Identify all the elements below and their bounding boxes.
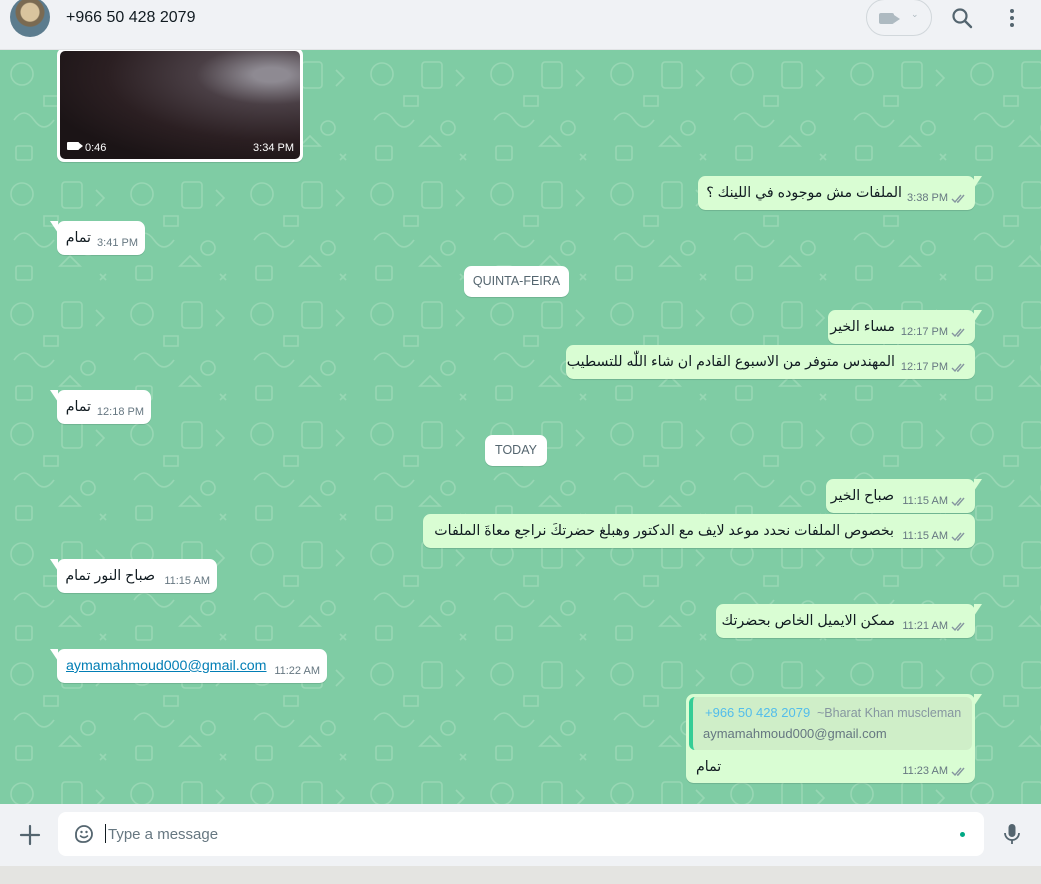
message-text: الملفات مش موجوده في اللينك ؟ (706, 185, 902, 201)
menu-dots-icon[interactable] (1000, 6, 1024, 30)
text-cursor (105, 824, 106, 843)
video-message[interactable]: 0:46 3:34 PM (57, 50, 303, 162)
message-bubble-incoming[interactable]: تمام 3:41 PM (50, 221, 145, 255)
message-time: 11:23 AM (902, 765, 948, 777)
double-check-icon (951, 328, 965, 338)
message-text: بخصوص الملفات نحدد موعد لايف مع الدكتور … (434, 523, 894, 539)
message-text: تمام (696, 759, 722, 775)
message-time: 11:22 AM (274, 665, 320, 677)
quoted-text: aymamahmoud000@gmail.com (703, 726, 887, 741)
message-bubble-incoming[interactable]: صباح النور تمام 11:15 AM (50, 559, 217, 593)
message-time: 3:41 PM (97, 237, 138, 249)
quoted-message[interactable]: +966 50 428 2079 ~Bharat Khan muscleman … (689, 697, 972, 750)
search-icon[interactable] (950, 6, 974, 30)
message-bubble-outgoing[interactable]: المهندس متوفر من الاسبوع القادم ان شاء ا… (566, 345, 975, 379)
message-text: ممكن الايميل الخاص بحضرتك (721, 613, 895, 629)
video-duration: 0:46 (85, 142, 107, 154)
message-time: 12:18 PM (96, 406, 144, 418)
message-bubble-outgoing[interactable]: ممكن الايميل الخاص بحضرتك 11:21 AM (716, 604, 982, 638)
message-time: 11:15 AM (164, 575, 210, 587)
message-bubble-outgoing[interactable]: الملفات مش موجوده في اللينك ؟ 3:38 PM (698, 176, 982, 210)
email-link[interactable]: aymamahmoud000@gmail.com (66, 658, 267, 674)
message-input-box[interactable] (58, 812, 984, 856)
chat-wallpaper (0, 50, 1041, 804)
message-text: المهندس متوفر من الاسبوع القادم ان شاء ا… (566, 354, 895, 370)
message-composer (0, 804, 1041, 866)
double-check-icon (951, 622, 965, 632)
quoted-sender-name: ~Bharat Khan muscleman (817, 706, 962, 720)
video-thumbnail[interactable]: 0:46 3:34 PM (60, 51, 300, 159)
status-dot (960, 832, 965, 837)
message-time: 3:34 PM (253, 142, 294, 154)
quoted-sender-number: +966 50 428 2079 (705, 705, 811, 720)
message-time: 11:15 AM (902, 530, 948, 542)
chat-header: +966 50 428 2079 ⌄ (0, 0, 1041, 50)
window-bottom-edge (0, 866, 1041, 884)
date-divider: TODAY (485, 435, 547, 466)
message-text: تمام (65, 399, 91, 415)
message-text: تمام (65, 230, 91, 246)
message-time: 12:17 PM (900, 326, 948, 338)
message-bubble-incoming[interactable]: aymamahmoud000@gmail.com 11:22 AM (50, 649, 327, 683)
double-check-icon (951, 194, 965, 204)
message-bubble-outgoing[interactable]: صباح الخير 11:15 AM (826, 479, 982, 513)
conversation-panel[interactable]: 0:46 3:34 PM الملفات مش موجوده في اللينك… (0, 50, 1041, 804)
double-check-icon (951, 497, 965, 507)
message-time: 11:21 AM (902, 620, 948, 632)
video-call-button[interactable]: ⌄ (866, 0, 932, 36)
message-bubble-outgoing[interactable]: +966 50 428 2079 ~Bharat Khan muscleman … (686, 694, 982, 783)
contact-name[interactable]: +966 50 428 2079 (66, 9, 195, 27)
double-check-icon (951, 363, 965, 373)
message-input[interactable] (108, 822, 948, 846)
message-bubble-outgoing[interactable]: مساء الخير 12:17 PM (828, 310, 982, 344)
double-check-icon (951, 532, 965, 542)
message-text: مساء الخير (830, 319, 895, 335)
double-check-icon (951, 767, 965, 777)
microphone-icon[interactable] (1000, 822, 1024, 846)
message-time: 3:38 PM (907, 192, 948, 204)
message-text: صباح النور تمام (65, 568, 155, 584)
message-time: 12:17 PM (900, 361, 948, 373)
video-camera-icon (879, 13, 894, 24)
message-bubble-outgoing[interactable]: بخصوص الملفات نحدد موعد لايف مع الدكتور … (423, 514, 975, 548)
date-divider: QUINTA-FEIRA (464, 266, 569, 297)
message-bubble-incoming[interactable]: تمام 12:18 PM (50, 390, 151, 424)
plus-icon[interactable] (18, 823, 42, 847)
message-time: 11:15 AM (902, 495, 948, 507)
contact-avatar[interactable] (10, 0, 50, 37)
sticker-icon[interactable] (72, 822, 96, 846)
video-camera-icon (67, 142, 79, 150)
message-text: صباح الخير (830, 488, 894, 504)
chevron-down-icon: ⌄ (911, 9, 919, 19)
